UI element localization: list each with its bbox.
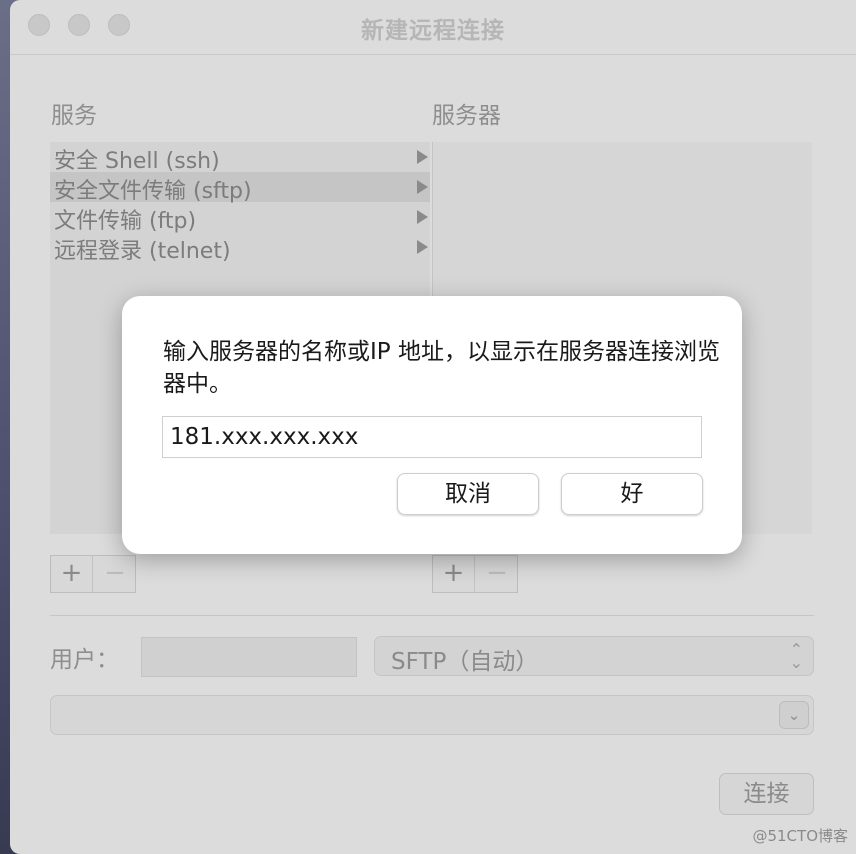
title-bar: 新建远程连接	[10, 0, 856, 54]
services-column-label: 服务	[51, 103, 97, 129]
service-item-ftp[interactable]: 文件传输 (ftp)	[50, 202, 430, 234]
user-field[interactable]	[141, 637, 357, 677]
disclosure-arrow-icon	[417, 180, 428, 194]
service-item-label: 远程登录 (telnet)	[54, 239, 231, 264]
service-item-label: 安全 Shell (ssh)	[54, 149, 220, 174]
protocol-select[interactable]: SFTP（自动） ⌃ ⌄	[374, 636, 814, 676]
disclosure-arrow-icon	[417, 210, 428, 224]
services-add-remove-control: + −	[50, 555, 136, 593]
add-server-button[interactable]: +	[433, 556, 475, 592]
connect-button[interactable]: 连接	[719, 773, 814, 815]
service-item-sftp[interactable]: 安全文件传输 (sftp)	[50, 172, 430, 204]
servers-add-remove-control: + −	[432, 555, 518, 593]
disclosure-arrow-icon	[417, 240, 428, 254]
server-address-dialog: 输入服务器的名称或IP 地址，以显示在服务器连接浏览器中。 取消 好	[122, 296, 742, 554]
remove-server-button[interactable]: −	[476, 556, 518, 592]
chevron-down-icon[interactable]: ⌄	[779, 701, 809, 729]
window-title: 新建远程连接	[361, 18, 505, 44]
title-divider	[10, 54, 856, 55]
service-item-telnet[interactable]: 远程登录 (telnet)	[50, 232, 430, 264]
watermark: @51CTO博客	[752, 827, 848, 845]
remove-service-button[interactable]: −	[94, 556, 136, 592]
up-down-chevron-icon: ⌃ ⌄	[789, 640, 803, 672]
user-label: 用户：	[50, 647, 119, 673]
dialog-message: 输入服务器的名称或IP 地址，以显示在服务器连接浏览器中。	[163, 339, 720, 397]
service-item-label: 安全文件传输 (sftp)	[54, 179, 252, 204]
cancel-button[interactable]: 取消	[397, 473, 539, 515]
server-address-input[interactable]	[162, 416, 702, 458]
service-item-label: 文件传输 (ftp)	[54, 209, 197, 234]
server-address-combo[interactable]: ⌄	[50, 695, 814, 735]
add-service-button[interactable]: +	[51, 556, 93, 592]
section-divider	[50, 615, 814, 616]
disclosure-arrow-icon	[417, 150, 428, 164]
servers-column-label: 服务器	[432, 103, 501, 129]
ok-button[interactable]: 好	[561, 473, 703, 515]
protocol-select-value: SFTP（自动）	[391, 649, 539, 675]
service-item-ssh[interactable]: 安全 Shell (ssh)	[50, 142, 430, 174]
